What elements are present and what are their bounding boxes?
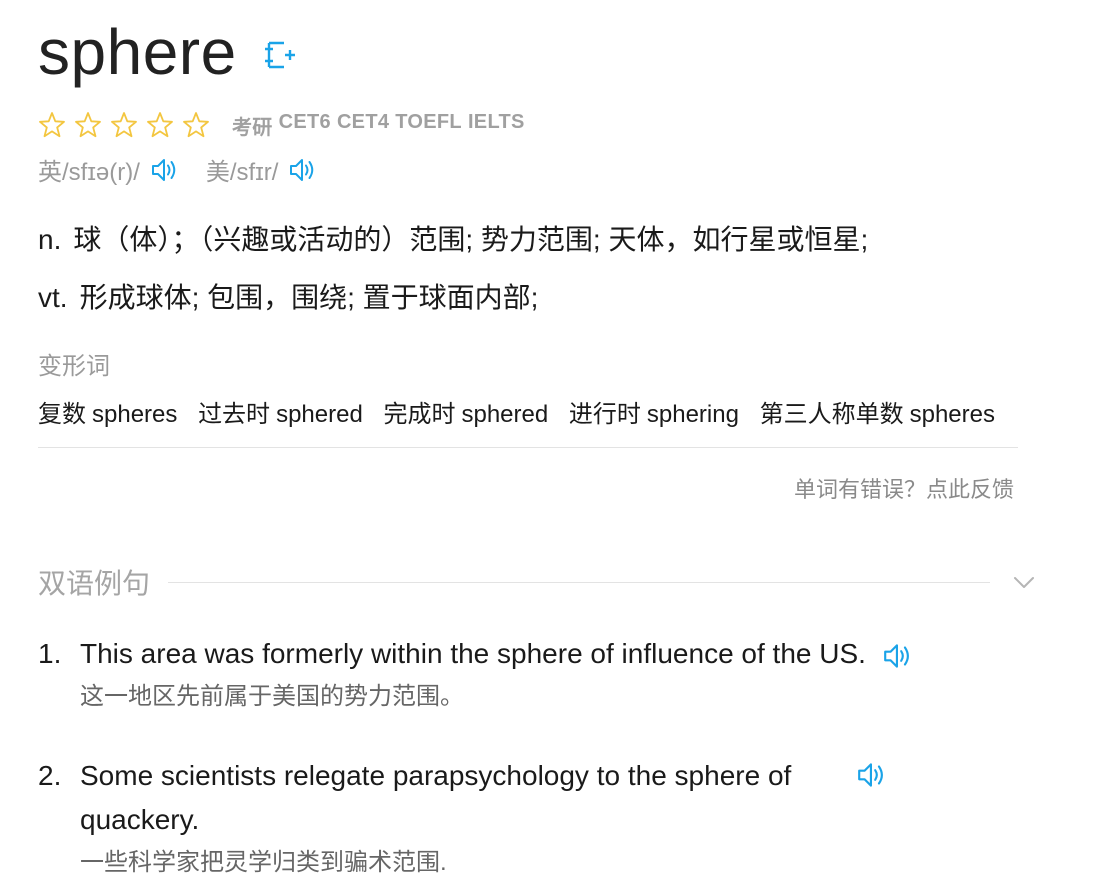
play-us-audio-button[interactable]	[288, 156, 318, 184]
play-uk-audio-button[interactable]	[150, 156, 180, 184]
phonetics: 英/sfɪə(r)/ 美/sfɪr/	[38, 152, 318, 187]
word-form-value: sphered	[461, 401, 549, 428]
phonetic-us-text: 美/sfɪr/	[205, 159, 279, 186]
phonetic-us: 美/sfɪr/	[206, 152, 319, 187]
add-to-wordbook-button[interactable]	[263, 38, 297, 72]
speaker-icon	[858, 763, 883, 787]
exam-tags: 考研 CET6 CET4 TOEFL IELTS	[232, 111, 525, 140]
word-form-value: sphering	[646, 401, 739, 428]
exam-tag: CET4	[336, 110, 390, 133]
phonetic-uk-text: 英/sfɪə(r)/	[38, 159, 140, 186]
star-outline-icon	[39, 112, 65, 138]
star-outline-icon	[111, 112, 137, 138]
word-form-value: spheres	[92, 401, 178, 428]
exam-tag: IELTS	[467, 110, 525, 133]
exam-tag: 考研	[232, 116, 273, 139]
speaker-icon	[884, 643, 909, 668]
word-meta: 考研 CET6 CET4 TOEFL IELTS	[38, 108, 525, 142]
play-example-audio-button[interactable]	[882, 641, 914, 671]
word-form-label: 进行时	[568, 401, 641, 428]
definition-text: 球（体）；（兴趣或活动的）范围; 势力范围; 天体，如行星或恒星;	[73, 224, 869, 255]
add-note-icon	[264, 41, 295, 69]
word-form: 进行时 sphering	[569, 401, 739, 428]
word-form: 第三人称单数 spheres	[760, 401, 995, 428]
error-feedback-link[interactable]: 单词有错误？点此反馈	[794, 472, 1014, 504]
definition-text: 形成球体; 包围，围绕; 置于球面内部;	[79, 282, 539, 313]
speaker-icon	[290, 158, 314, 181]
word-form: 过去时 sphered	[198, 401, 363, 428]
word-form: 复数 spheres	[38, 401, 177, 428]
star-outline-icon	[75, 112, 101, 138]
example-chinese: 一些科学家把灵学归类到骗术范围.	[80, 849, 447, 876]
example-item: 2. Some scientists relegate parapsycholo…	[38, 754, 1038, 880]
word-form: 完成时 sphered	[383, 401, 548, 428]
exam-tag: CET6	[278, 110, 331, 133]
play-example-audio-button[interactable]	[856, 760, 888, 790]
example-sentence: This area was formerly within the sphere…	[80, 632, 1038, 676]
star-outline-icon	[183, 112, 209, 138]
examples-section-header: 双语例句	[38, 562, 1038, 602]
example-number: 1.	[38, 638, 62, 669]
divider	[38, 447, 1018, 448]
star-rating	[38, 111, 210, 139]
definition-row: n. 球（体）；（兴趣或活动的）范围; 势力范围; 天体，如行星或恒星;	[38, 218, 868, 268]
chevron-down-icon	[1014, 577, 1034, 588]
word-form-label: 过去时	[198, 401, 271, 428]
part-of-speech: vt.	[38, 282, 68, 313]
example-item: 1. This area was formerly within the sph…	[38, 632, 1038, 714]
example-number: 2.	[38, 760, 62, 791]
examples-section-title: 双语例句	[38, 568, 151, 599]
headword: sphere	[38, 16, 237, 88]
part-of-speech: n.	[38, 224, 62, 255]
word-forms-title: 变形词	[38, 353, 110, 380]
exam-tag: TOEFL	[395, 110, 462, 133]
speaker-icon	[151, 158, 176, 181]
definitions: n. 球（体）；（兴趣或活动的）范围; 势力范围; 天体，如行星或恒星; vt. 形…	[38, 218, 868, 326]
word-form-value: spheres	[909, 401, 995, 428]
word-forms: 复数 spheres 过去时 sphered 完成时 sphered 进行时 spher…	[38, 394, 1018, 429]
example-english: Some scientists relegate parapsychology …	[80, 760, 792, 835]
star-outline-icon	[147, 112, 173, 138]
word-form-value: sphered	[276, 401, 363, 428]
example-list: 1. This area was formerly within the sph…	[38, 632, 1038, 880]
word-form-label: 复数	[38, 401, 86, 428]
collapse-examples-button[interactable]	[1010, 568, 1038, 596]
example-chinese: 这一地区先前属于美国的势力范围。	[80, 683, 464, 710]
word-form-label: 第三人称单数	[759, 401, 904, 428]
example-sentence: Some scientists relegate parapsychology …	[80, 754, 1038, 842]
word-form-label: 完成时	[383, 401, 456, 428]
example-english: This area was formerly within the sphere…	[80, 638, 866, 669]
divider	[168, 581, 990, 583]
phonetic-uk: 英/sfɪə(r)/	[38, 152, 180, 187]
definition-row: vt. 形成球体; 包围，围绕; 置于球面内部;	[38, 276, 868, 326]
word-header: sphere	[38, 14, 297, 90]
